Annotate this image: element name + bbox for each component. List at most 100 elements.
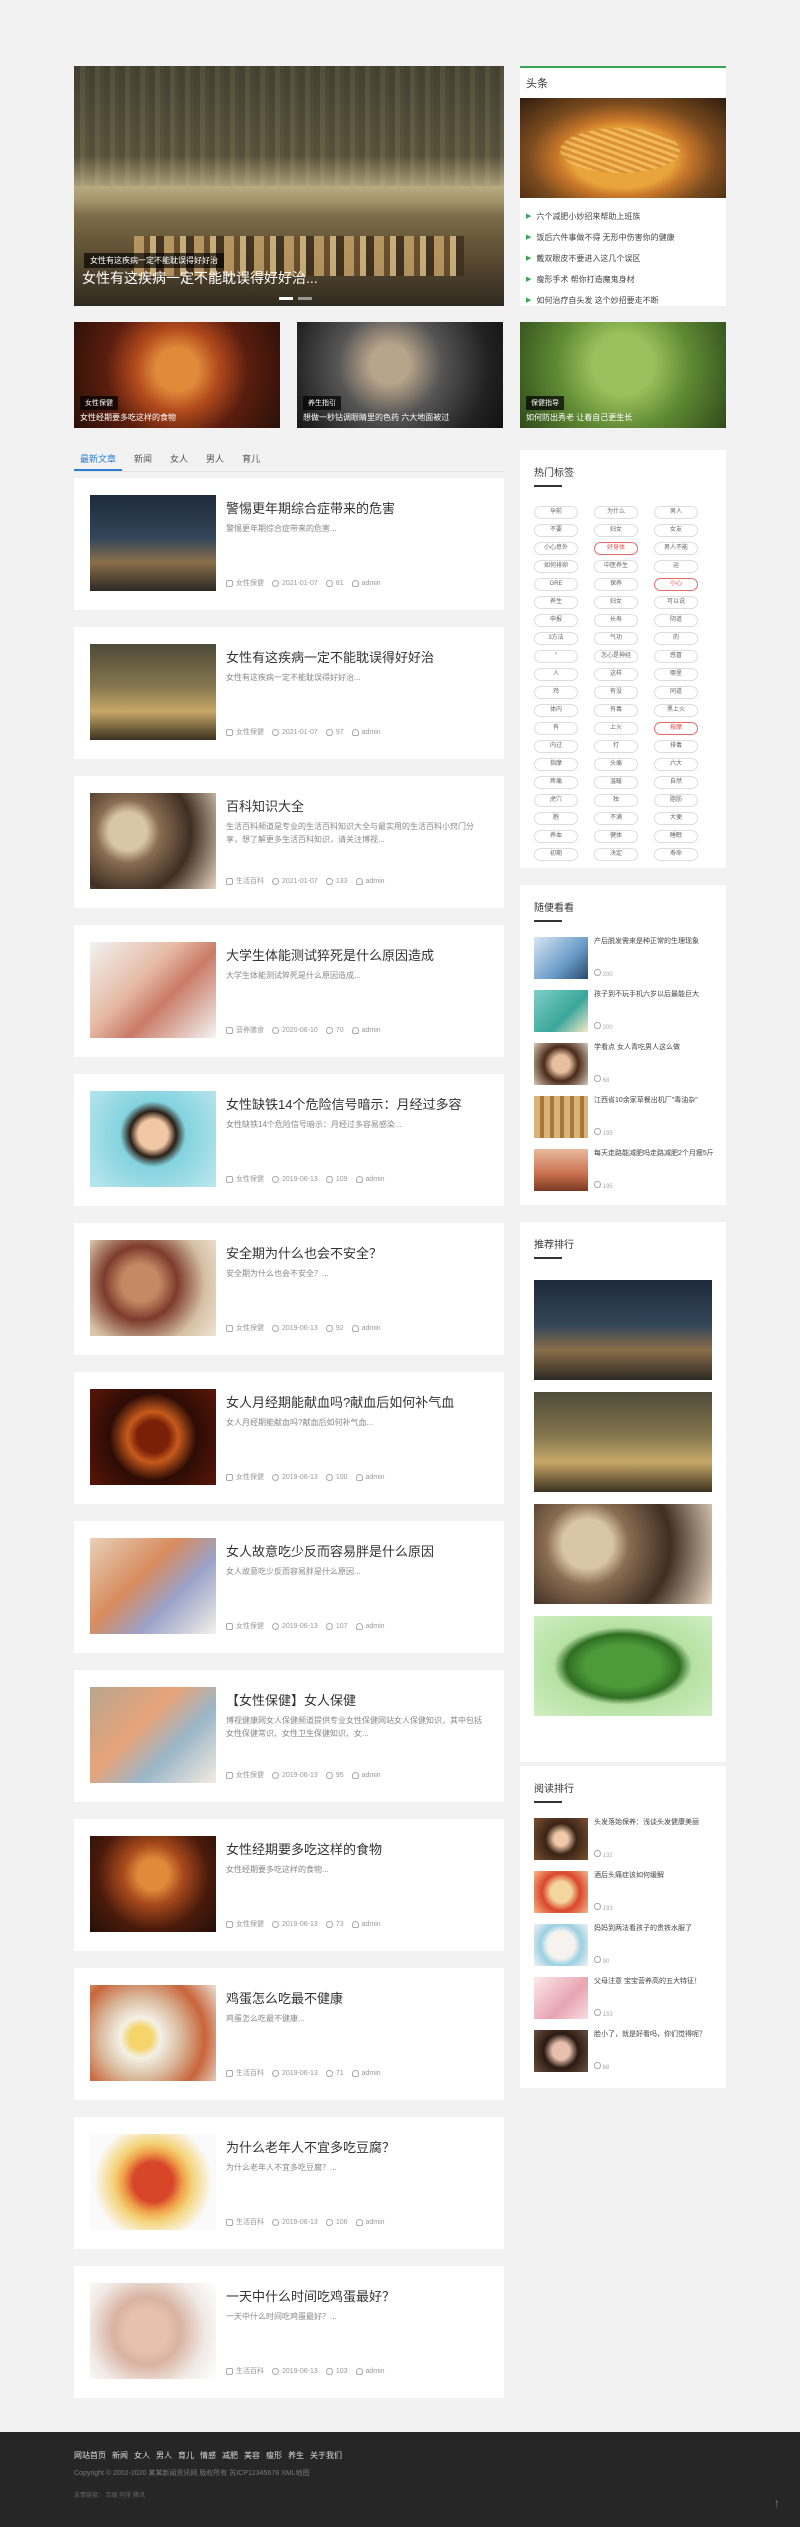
tag-link[interactable]: 人 — [534, 668, 578, 681]
tag-link[interactable]: 养生 — [534, 596, 578, 609]
tag-link[interactable]: 初期 — [534, 848, 578, 861]
random-item[interactable]: 产后脱发需来是种正常的生理现象 200 — [534, 937, 716, 981]
reading-title[interactable]: 酒后头痛症该如何缓解 — [594, 1871, 716, 1881]
recommend-image[interactable] — [534, 1616, 712, 1716]
article-title[interactable]: 女人故意吃少反而容易胖是什么原因 — [226, 1541, 486, 1560]
footer-link[interactable]: 男人 — [156, 2450, 172, 2461]
article-thumbnail[interactable] — [90, 1240, 216, 1336]
tag-link[interactable]: 这样 — [594, 668, 638, 681]
article-card[interactable]: 【女性保健】女人保健 博视健康网女人保健频道提供专业女性保健网站女人保健知识，其中… — [74, 1670, 504, 1802]
article-title[interactable]: 为什么老年人不宜多吃豆腐？ — [226, 2137, 486, 2156]
category-label[interactable]: 女性保健 — [236, 578, 264, 588]
article-title[interactable]: 大学生体能测试猝死是什么原因造成 — [226, 945, 486, 964]
tag-link[interactable]: 哪里 — [654, 668, 698, 681]
footer-link[interactable]: 瘦形 — [266, 2450, 282, 2461]
tag-link[interactable]: 健体 — [594, 830, 638, 843]
random-thumbnail[interactable] — [534, 937, 588, 979]
tag-link[interactable]: 大便 — [654, 812, 698, 825]
article-card[interactable]: 警惕更年期综合症带来的危害 警惕更年期综合症带来的危害... 女性保健 2021-01… — [74, 478, 504, 610]
article-category[interactable]: 女性保健 — [226, 1770, 264, 1780]
tag-link[interactable]: 妇女 — [594, 524, 638, 537]
tag-link[interactable]: 有没 — [594, 686, 638, 699]
article-card[interactable]: 女人故意吃少反而容易胖是什么原因 女人故意吃少反而容易胖是什么原因... 女性保健 2… — [74, 1521, 504, 1653]
random-item[interactable]: 江西省10余家草餐出机厂"毒油杂" 195 — [534, 1096, 716, 1140]
tag-link[interactable]: 独 — [594, 794, 638, 807]
article-title[interactable]: 鸡蛋怎么吃最不健康 — [226, 1988, 486, 2007]
article-thumbnail[interactable] — [90, 793, 216, 889]
tag-link[interactable]: 男人 — [654, 506, 698, 519]
tab-news[interactable]: 新闻 — [128, 448, 158, 471]
tag-link[interactable]: 疼痛 — [534, 776, 578, 789]
tag-link[interactable]: 如何排卵 — [534, 560, 578, 573]
tag-link[interactable]: 运 — [654, 560, 698, 573]
article-thumbnail[interactable] — [90, 1836, 216, 1932]
tag-link[interactable]: 体内 — [534, 704, 578, 717]
footer-link[interactable]: 新闻 — [112, 2450, 128, 2461]
article-category[interactable]: 女性保健 — [226, 1174, 264, 1184]
article-card[interactable]: 百科知识大全 生活百科频道是专业的生活百科知识大全与最实用的生活百科小窍门分享，想… — [74, 776, 504, 908]
footer-link[interactable]: 减肥 — [222, 2450, 238, 2461]
category-label[interactable]: 营养膳食 — [236, 1025, 264, 1035]
tag-link[interactable]: 申报 — [534, 614, 578, 627]
recommend-image[interactable] — [534, 1392, 712, 1492]
tag-link[interactable]: 决定 — [594, 848, 638, 861]
article-thumbnail[interactable] — [90, 942, 216, 1038]
random-title[interactable]: 产后脱发需来是种正常的生理现象 — [594, 937, 716, 947]
random-thumbnail[interactable] — [534, 1096, 588, 1138]
tab-men[interactable]: 男人 — [200, 448, 230, 471]
tag-link[interactable]: 温暖 — [594, 776, 638, 789]
article-thumbnail[interactable] — [90, 495, 216, 591]
tag-link[interactable]: 好身体 — [594, 542, 638, 555]
category-label[interactable]: 女性保健 — [236, 1621, 264, 1631]
tag-link[interactable]: 长寿 — [594, 614, 638, 627]
tag-link[interactable]: 的 — [654, 632, 698, 645]
feature-card[interactable]: 养生指引 想做一秒钻调眼睛里的色药 六大地面被过 — [297, 322, 503, 428]
tag-link[interactable]: 指摩 — [534, 758, 578, 771]
hero-slide[interactable]: 女性有这疾病一定不能耽误得好好治 女性有这疾病一定不能耽误得好好治... — [74, 66, 504, 306]
tag-link[interactable]: 小心 — [654, 578, 698, 591]
tab-latest[interactable]: 最新文章 — [74, 448, 123, 471]
article-card[interactable]: 女性缺铁14个危险信号暗示：月经过多容 女性缺铁14个危险信号暗示：月经过多容易感… — [74, 1074, 504, 1206]
headline-item[interactable]: ▶ 戴双眼皮不要进入这几个误区 — [526, 248, 720, 269]
back-to-top-icon[interactable]: ↑ — [774, 2496, 780, 2510]
tag-link[interactable]: 3方法 — [534, 632, 578, 645]
tag-link[interactable]: 自然 — [654, 776, 698, 789]
article-title[interactable]: 女性缺铁14个危险信号暗示：月经过多容 — [226, 1094, 486, 1113]
article-card[interactable]: 女人月经期能献血吗?献血后如何补气血 女人月经期能献血吗?献血后如何补气血... 女… — [74, 1372, 504, 1504]
tag-link[interactable]: 小心意外 — [534, 542, 578, 555]
article-title[interactable]: 【女性保健】女人保健 — [226, 1690, 486, 1709]
tag-link[interactable]: 黑上火 — [654, 704, 698, 717]
random-title[interactable]: 孩子到不玩手机六岁以后最能巨大 — [594, 990, 716, 1000]
tag-link[interactable]: 虎穴 — [534, 794, 578, 807]
footer-link[interactable]: 养生 — [288, 2450, 304, 2461]
reading-thumbnail[interactable] — [534, 2030, 588, 2072]
article-card[interactable]: 一天中什么时间吃鸡蛋最好？ 一天中什么时间吃鸡蛋最好？... 生活百科 2019-06… — [74, 2266, 504, 2398]
article-card[interactable]: 女性经期要多吃这样的食物 女性经期要多吃这样的食物... 女性保健 2019-06-1… — [74, 1819, 504, 1951]
tag-link[interactable]: 脂肪 — [654, 794, 698, 807]
feature-card[interactable]: 保健指导 如何防出秀老 让着自己更生长 — [520, 322, 726, 428]
tag-link[interactable]: 男人不能 — [654, 542, 698, 555]
tag-link[interactable]: 胞 — [534, 812, 578, 825]
tag-link[interactable]: 同道 — [654, 686, 698, 699]
feature-tag[interactable]: 保健指导 — [526, 396, 564, 410]
headline-item-label[interactable]: 戴双眼皮不要进入这几个误区 — [536, 248, 640, 269]
article-category[interactable]: 女性保健 — [226, 1472, 264, 1482]
tag-link[interactable]: 孕前 — [534, 506, 578, 519]
tag-link[interactable]: 气功 — [594, 632, 638, 645]
reading-title[interactable]: 头发落始保养：浅谈头发健康美丽 — [594, 1818, 716, 1828]
tag-link[interactable]: 头痛 — [594, 758, 638, 771]
tag-link[interactable]: GRE — [534, 578, 578, 591]
tab-women[interactable]: 女人 — [164, 448, 194, 471]
article-category[interactable]: 生活百科 — [226, 876, 264, 886]
headline-image[interactable] — [520, 98, 726, 198]
tag-link[interactable]: 为什么 — [594, 506, 638, 519]
tag-link[interactable]: 有 — [534, 722, 578, 735]
article-card[interactable]: 为什么老年人不宜多吃豆腐？ 为什么老年人不宜多吃豆腐？... 生活百科 2019-06… — [74, 2117, 504, 2249]
tag-link[interactable]: 妇女 — [594, 596, 638, 609]
tag-link[interactable]: 女友 — [654, 524, 698, 537]
footer-link[interactable]: 关于我们 — [310, 2450, 342, 2461]
feature-caption[interactable]: 想做一秒钻调眼睛里的色药 六大地面被过 — [303, 412, 449, 423]
random-title[interactable]: 学看点 女人青吃男人这么做 — [594, 1043, 716, 1053]
tag-link[interactable]: 六大 — [654, 758, 698, 771]
tag-link[interactable]: 养血 — [534, 830, 578, 843]
